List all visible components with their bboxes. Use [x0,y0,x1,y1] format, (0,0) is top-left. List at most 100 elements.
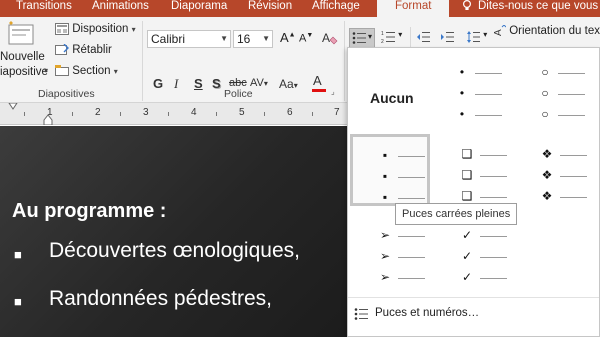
chevron-down-icon: ▾ [293,81,298,90]
diamond-bullet-icon: ❖ [541,189,553,203]
group-divider [410,27,411,49]
reset-label: Rétablir [72,44,112,57]
increase-indent-button[interactable] [440,30,454,47]
text-direction-label: Orientation du text [509,25,600,38]
ruler-number: 7 [334,107,340,118]
ruler-number: 6 [287,107,293,118]
bullet-option-none[interactable]: Aucun [350,54,430,126]
group-label-diapositives: Diapositives [38,88,95,100]
bold-button[interactable]: G [153,76,163,91]
slide-title[interactable]: Au programme : [12,200,166,223]
font-color-letter: A [313,73,322,88]
slide-bullet-text[interactable]: Découvertes œnologiques, [49,239,300,263]
chevron-down-icon: ▾ [113,67,118,77]
tab-transitions[interactable]: Transitions [16,0,72,17]
line-spacing-icon [467,31,480,43]
grow-font-icon: A [280,30,289,45]
hover-tooltip: Puces carrées pleines [395,203,518,225]
font-color-button[interactable]: A [312,73,326,92]
chevron-down-icon: ▼ [220,34,228,43]
grow-font-button[interactable]: A▲ [280,30,296,45]
bullet-option-hollow-square[interactable]: ❑ ❑ ❑ [433,134,513,206]
chevron-down-icon: ▾ [44,66,49,75]
layout-label: Disposition [72,23,129,36]
line-spacing-button[interactable]: ▾ [466,30,487,47]
checkmark-bullet-icon: ✓ [461,228,473,242]
group-divider [344,21,345,101]
bullets-and-numbering-label: Puces et numéros… [375,307,480,319]
hollow-square-bullet-icon: ❑ [461,189,473,203]
new-slide-icon [8,21,34,45]
font-size-combo[interactable]: 16 ▼ [233,30,273,48]
diamond-bullet-icon: ❖ [541,147,553,161]
diamond-bullet-icon: ❖ [541,168,553,182]
arrow-bullet-icon: ➢ [379,249,391,263]
ruler-number: 2 [95,107,101,118]
bullet-option-filled-square[interactable]: ▪ ▪ ▪ [350,134,430,206]
chevron-down-icon: ▾ [263,79,268,88]
tell-me-box[interactable]: Dites-nous ce que vous v [462,0,600,17]
slide-canvas[interactable]: Au programme : ■ Découvertes œnologiques… [0,126,348,337]
tab-diaporama[interactable]: Diaporama [171,0,227,17]
font-name-combo[interactable]: Calibri ▼ [147,30,231,48]
italic-button[interactable]: I [174,76,178,92]
clear-format-icon: A [322,31,338,45]
tell-me-text: Dites-nous ce que vous v [478,0,600,12]
new-slide-button[interactable]: Nouvelle iapositive ▾ [0,21,48,83]
bullet-option-small-dot[interactable]: • • • [433,54,513,126]
chevron-down-icon: ▾ [398,30,403,39]
hollow-square-bullet-icon: ❑ [461,168,473,182]
slide-bullet-text[interactable]: Randonnées pédestres, [49,287,272,311]
change-case-label: Aa [279,77,294,91]
dot-bullet-icon: • [459,86,465,100]
layout-icon [55,23,69,35]
bullet-option-diamond[interactable]: ❖ ❖ ❖ [516,134,596,206]
ribbon-tab-bar: Transitions Animations Diaporama Révisio… [0,0,600,17]
horizontal-ruler[interactable]: 1 2 3 4 5 6 7 [0,103,348,125]
ruler-number: 1 [47,107,53,118]
decrease-indent-icon [417,32,430,42]
change-case-button[interactable]: Aa▾ [279,77,298,91]
slide-bullet-marker: ■ [14,247,22,262]
svg-text:A: A [493,29,504,36]
bullet-option-checkmark[interactable]: ✓ ✓ ✓ [433,220,513,292]
hollow-circle-bullet-icon: ○ [541,86,549,100]
dot-bullet-icon: • [459,65,465,79]
clear-format-button[interactable]: A [322,30,338,49]
slide-bullet-marker: ■ [14,294,22,309]
font-name-value: Calibri [151,32,186,46]
chevron-down-icon: ▾ [131,25,136,35]
section-button[interactable]: Section ▾ [55,65,118,77]
dialog-launcher-icon[interactable]: ⌟ [331,87,335,96]
text-direction-icon: A [493,25,506,36]
checkmark-bullet-icon: ✓ [461,249,473,263]
chevron-down-icon: ▾ [368,32,373,41]
ruler-tick [264,112,265,116]
tab-animations[interactable]: Animations [92,0,149,17]
layout-button[interactable]: Disposition ▾ [55,23,136,35]
underline-button[interactable]: S [194,76,203,91]
hollow-square-bullet-icon: ❑ [461,147,473,161]
bullets-button[interactable]: ▾ [349,28,375,48]
numbering-button[interactable]: 12 ▾ [381,30,402,47]
bullet-option-hollow-circle[interactable]: ○ ○ ○ [516,54,596,126]
ruler-tick [24,112,25,116]
tab-revision[interactable]: Révision [248,0,292,17]
bullets-icon [352,32,366,44]
text-direction-button[interactable]: A Orientation du text [492,25,600,37]
new-slide-label-line1: Nouvelle [0,51,45,63]
lightbulb-icon [463,0,471,10]
reset-button[interactable]: Rétablir [55,44,112,56]
hollow-circle-bullet-icon: ○ [541,65,549,79]
svg-text:1: 1 [381,31,384,37]
decrease-indent-button[interactable] [416,30,430,47]
ruler-number: 3 [143,107,149,118]
shrink-font-button[interactable]: A▼ [299,32,313,45]
ruler-tick [72,112,73,116]
bullets-and-numbering-link[interactable]: Puces et numéros… [348,297,599,337]
tab-affichage[interactable]: Affichage [312,0,360,17]
bullet-option-arrow[interactable]: ➢ ➢ ➢ [350,220,430,292]
shadow-button[interactable]: S [212,76,221,91]
ruler-number: 5 [239,107,245,118]
tab-format[interactable]: Format [377,0,450,17]
